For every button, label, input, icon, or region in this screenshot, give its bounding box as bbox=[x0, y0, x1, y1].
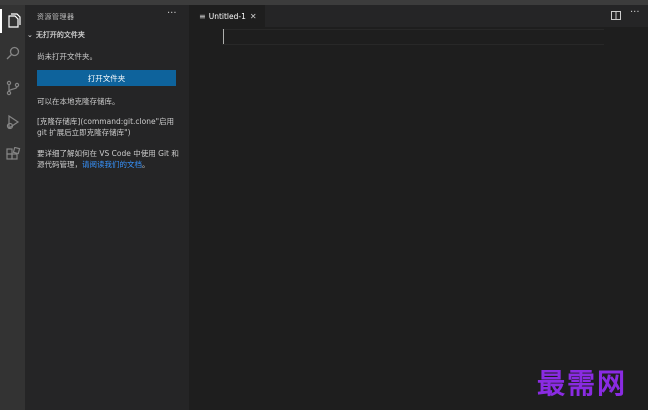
search-icon[interactable] bbox=[0, 41, 25, 65]
explorer-icon[interactable] bbox=[0, 9, 25, 33]
learn-end: 。 bbox=[142, 160, 150, 169]
editor-tab-bar: ≡ Untitled-1 ✕ ··· bbox=[189, 5, 648, 27]
editor-area[interactable] bbox=[189, 27, 648, 410]
editor-more-button[interactable]: ··· bbox=[630, 7, 640, 18]
sidebar-title: 资源管理器 bbox=[37, 13, 75, 21]
no-folder-text: 尚未打开文件夹。 bbox=[37, 52, 97, 61]
no-folder-section-header[interactable]: ⌄ 无打开的文件夹 bbox=[27, 30, 85, 40]
chevron-down-icon: ⌄ bbox=[27, 31, 33, 39]
clone-command-text: [克隆存储库](command:git.clone"启用 git 扩展后立即克隆… bbox=[37, 117, 175, 137]
tab-untitled-1[interactable]: ≡ Untitled-1 ✕ bbox=[189, 5, 265, 27]
explorer-sidebar: 资源管理器 ··· ⌄ 无打开的文件夹 尚未打开文件夹。 打开文件夹 可以在本地… bbox=[25, 5, 189, 410]
run-debug-icon[interactable] bbox=[0, 110, 25, 134]
tab-label: Untitled-1 bbox=[208, 11, 246, 21]
docs-link[interactable]: 请阅读我们的文档 bbox=[82, 160, 142, 169]
close-icon[interactable]: ✕ bbox=[250, 12, 257, 21]
extensions-icon[interactable] bbox=[0, 143, 25, 167]
activity-bar bbox=[0, 5, 25, 410]
open-folder-button[interactable]: 打开文件夹 bbox=[37, 70, 176, 86]
current-line-highlight bbox=[222, 29, 604, 45]
learn-paragraph: 要详细了解如何在 VS Code 中使用 Git 和源代码管理，请阅读我们的文档… bbox=[37, 148, 182, 170]
sidebar-more-button[interactable]: ··· bbox=[167, 8, 177, 19]
section-title: 无打开的文件夹 bbox=[35, 31, 85, 39]
clone-text: 可以在本地克隆存储库。 bbox=[37, 97, 120, 106]
watermark-logo: 最需网 bbox=[537, 367, 628, 400]
source-control-icon[interactable] bbox=[0, 76, 25, 100]
text-cursor bbox=[223, 29, 224, 44]
text-file-icon: ≡ bbox=[199, 11, 206, 21]
split-editor-icon[interactable] bbox=[611, 11, 621, 20]
